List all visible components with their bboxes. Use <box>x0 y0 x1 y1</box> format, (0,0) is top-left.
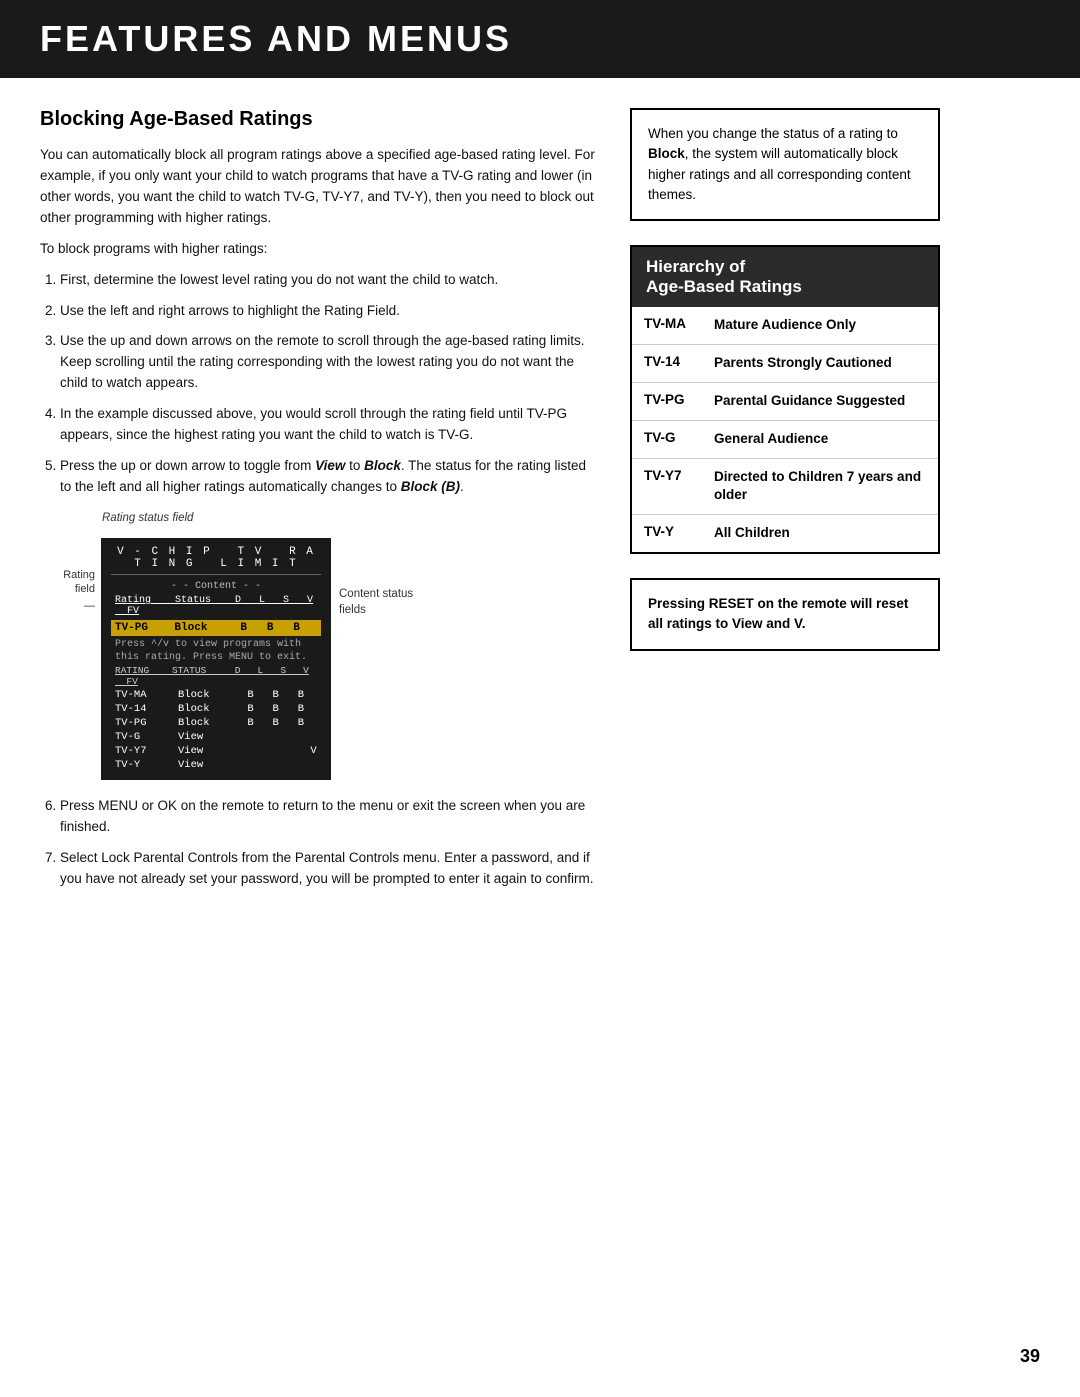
page-title: FEATURES AND MENUS <box>40 18 1040 60</box>
table-row: TV-PG Parental Guidance Suggested <box>632 382 938 420</box>
rating-code: TV-Y7 <box>632 458 702 515</box>
rating-code: TV-14 <box>632 344 702 382</box>
diagram-area: Ratingfield — V - C H I P T V R A T I N … <box>40 538 600 780</box>
rating-label: Parents Strongly Cautioned <box>702 344 938 382</box>
table-row: TV-G General Audience <box>632 420 938 458</box>
step-4: In the example discussed above, you woul… <box>60 404 600 446</box>
screen-row-tvy: TV-Y View <box>111 758 321 772</box>
screen-title: V - C H I P T V R A T I N G L I M I T <box>111 546 321 575</box>
page-header: FEATURES AND MENUS <box>0 0 1080 78</box>
rating-label: Mature Audience Only <box>702 307 938 344</box>
diagram-container: Rating status field Ratingfield — V - C … <box>40 512 600 780</box>
hierarchy-title: Hierarchy of Age-Based Ratings <box>632 247 938 307</box>
step-6: Press MENU or OK on the remote to return… <box>60 796 600 838</box>
step-1: First, determine the lowest level rating… <box>60 270 600 291</box>
table-row: TV-Y All Children <box>632 515 938 552</box>
intro-paragraph-1: You can automatically block all program … <box>40 145 600 229</box>
steps-list-continued: Press MENU or OK on the remote to return… <box>40 796 600 890</box>
step-7: Select Lock Parental Controls from the P… <box>60 848 600 890</box>
rating-code: TV-G <box>632 420 702 458</box>
screen-diagram: V - C H I P T V R A T I N G L I M I T - … <box>101 538 331 780</box>
reset-box: Pressing RESET on the remote will reset … <box>630 578 940 651</box>
page-number: 39 <box>1020 1346 1040 1367</box>
screen-row-tvma: TV-MA Block B B B <box>111 688 321 702</box>
rating-code: TV-PG <box>632 382 702 420</box>
right-column: When you change the status of a rating t… <box>630 108 940 904</box>
info-box-top: When you change the status of a rating t… <box>630 108 940 221</box>
screen-note-2: this rating. Press MENU to exit. <box>111 651 321 664</box>
hierarchy-box: Hierarchy of Age-Based Ratings TV-MA Mat… <box>630 245 940 554</box>
step-2: Use the left and right arrows to highlig… <box>60 301 600 322</box>
intro-paragraph-2: To block programs with higher ratings: <box>40 239 600 260</box>
table-row: TV-14 Parents Strongly Cautioned <box>632 344 938 382</box>
screen-row-tvy7: TV-Y7 View V <box>111 744 321 758</box>
screen-row-tv14: TV-14 Block B B B <box>111 702 321 716</box>
left-column: Blocking Age-Based Ratings You can autom… <box>40 108 600 904</box>
rating-code: TV-Y <box>632 515 702 552</box>
rating-label: All Children <box>702 515 938 552</box>
hierarchy-table: TV-MA Mature Audience Only TV-14 Parents… <box>632 307 938 552</box>
rating-label: Directed to Children 7 years and older <box>702 458 938 515</box>
rating-label: General Audience <box>702 420 938 458</box>
label-content-status: Content statusfields <box>339 586 413 618</box>
rating-code: TV-MA <box>632 307 702 344</box>
screen-col-header: Rating Status D L S V FV <box>111 594 321 618</box>
info-box-text: When you change the status of a rating t… <box>648 126 911 202</box>
main-content: Blocking Age-Based Ratings You can autom… <box>0 108 1080 904</box>
label-rating: Ratingfield <box>40 568 95 597</box>
step-3: Use the up and down arrows on the remote… <box>60 331 600 394</box>
screen-highlight-row: TV-PG Block B B B <box>111 620 321 636</box>
screen-row-header: RATING STATUS D L S V FV <box>111 664 321 688</box>
section-heading: Blocking Age-Based Ratings <box>40 108 600 131</box>
diagram-labels-right: Content statusfields <box>339 586 413 646</box>
rating-label: Parental Guidance Suggested <box>702 382 938 420</box>
screen-row-tvg: TV-G View <box>111 730 321 744</box>
diagram-labels-left: Ratingfield — <box>40 558 95 613</box>
screen-note-1: Press ^/v to view programs with <box>111 638 321 651</box>
screen-row-tvpg: TV-PG Block B B B <box>111 716 321 730</box>
diagram-caption: Rating status field <box>102 512 600 524</box>
reset-text: Pressing RESET on the remote will reset … <box>648 596 908 631</box>
table-row: TV-Y7 Directed to Children 7 years and o… <box>632 458 938 515</box>
table-row: TV-MA Mature Audience Only <box>632 307 938 344</box>
steps-list: First, determine the lowest level rating… <box>40 270 600 498</box>
screen-content-row: - - Content - - <box>111 579 321 594</box>
step-5: Press the up or down arrow to toggle fro… <box>60 456 600 498</box>
